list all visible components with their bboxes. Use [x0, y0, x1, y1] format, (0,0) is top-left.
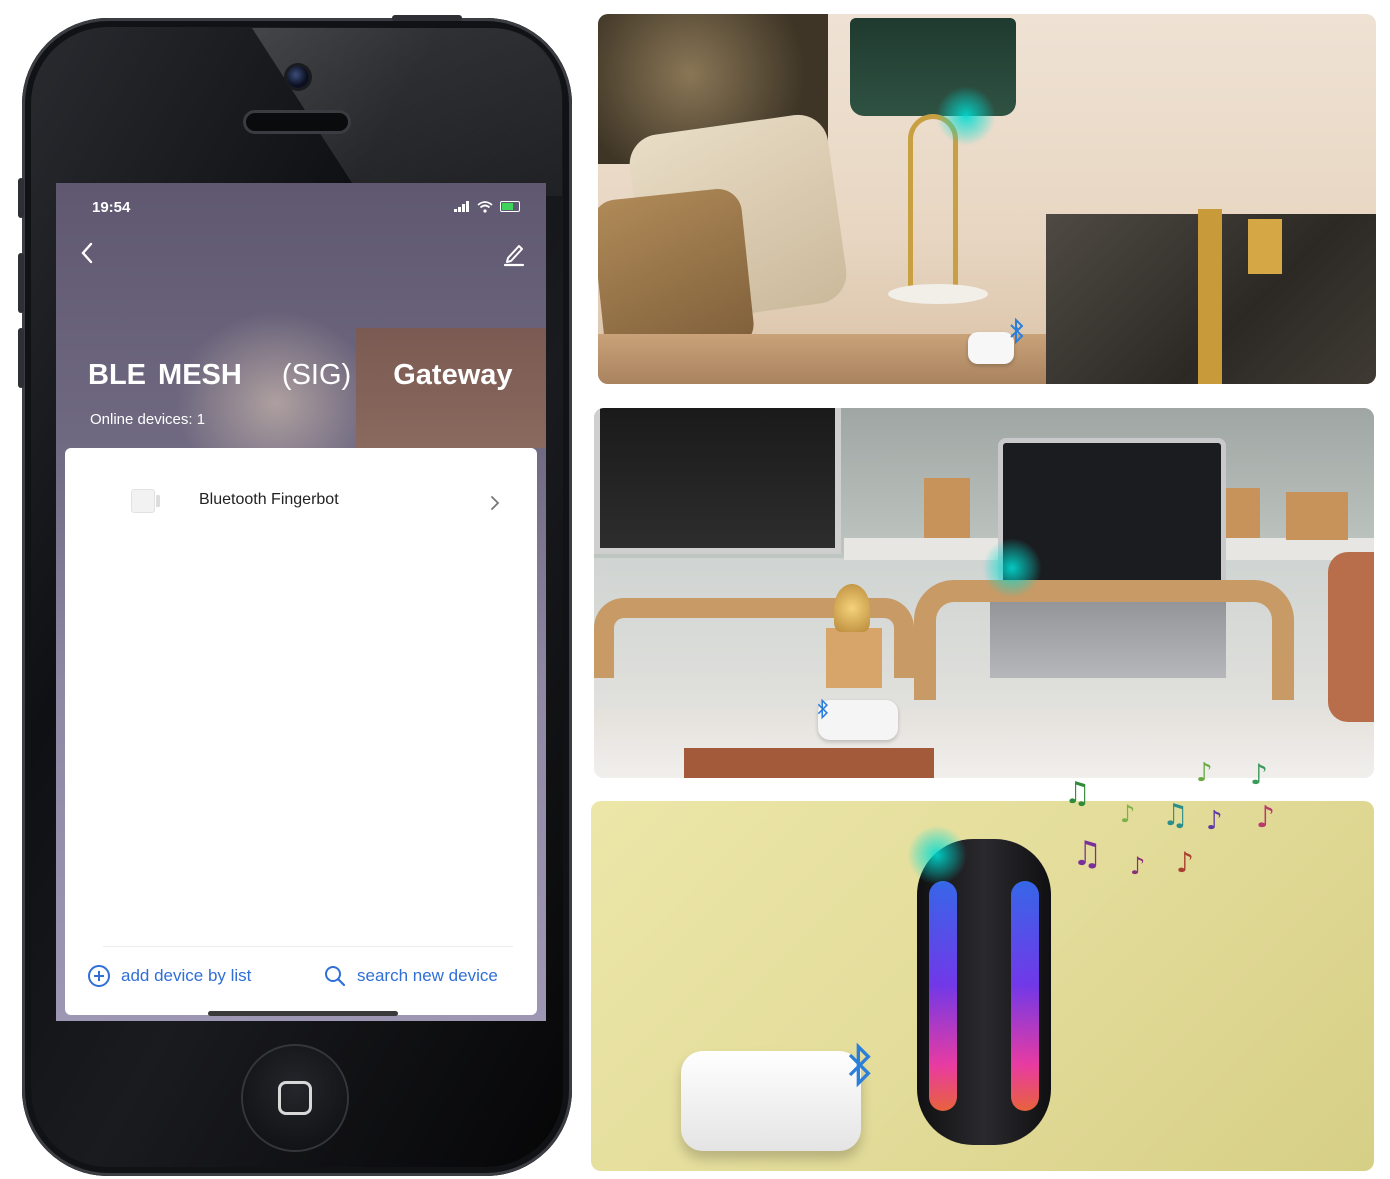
status-icons: [454, 199, 520, 213]
device-row-bluetooth-fingerbot[interactable]: Bluetooth Fingerbot: [65, 473, 537, 531]
glass-reflection: [252, 28, 562, 196]
desk-mat: [684, 748, 934, 778]
title-ble-mesh: BLE MESH: [88, 359, 242, 391]
music-note-icon: ♪: [1176, 846, 1194, 879]
home-button[interactable]: [243, 1046, 347, 1150]
mute-switch: [18, 178, 24, 218]
music-note-icon: ♪: [1250, 758, 1268, 791]
speaker-light-right: [1011, 881, 1039, 1111]
home-indicator-bar: [208, 1011, 398, 1016]
online-devices-count: Online devices: 1: [90, 411, 206, 428]
signal-pulse-laptop: [982, 538, 1042, 598]
photo-bluetooth-speaker: [591, 801, 1374, 1171]
music-note-icon: ♪: [1196, 758, 1213, 788]
back-arrow-icon[interactable]: [78, 241, 96, 265]
music-note-icon: ♪: [1120, 800, 1136, 828]
search-new-device-button[interactable]: search new device: [323, 962, 498, 990]
gateway-hub: [681, 1051, 861, 1151]
hub-device: [818, 700, 898, 740]
speaker-light-left: [929, 881, 957, 1111]
music-note-icon: ♫: [1072, 834, 1103, 874]
cabinet-gold-stripe: [1198, 209, 1222, 384]
edison-bulb: [834, 584, 870, 632]
photo-bedroom-lamp: ᛫: [598, 14, 1376, 384]
app-screen: 19:54 BLE MESH (SIG) Gateway Online devi: [56, 183, 546, 1021]
device-list-panel: Bluetooth Fingerbot add device by list s…: [65, 448, 537, 1015]
desktop-monitor: [594, 408, 841, 554]
signal-icon: [454, 201, 470, 213]
signal-pulse-speaker: [907, 825, 967, 885]
bluetooth-symbol-icon: [1010, 318, 1024, 344]
title-sig: (SIG): [281, 359, 352, 391]
music-note-icon: ♪: [1130, 852, 1146, 880]
search-icon: [325, 966, 346, 987]
home-square-icon: [278, 1081, 312, 1115]
title-gateway: Gateway: [393, 359, 513, 391]
battery-icon: [500, 201, 520, 213]
device-name: Bluetooth Fingerbot: [199, 491, 339, 508]
bluetooth-symbol-icon: [848, 1042, 871, 1088]
plus-circle-icon: [88, 965, 110, 987]
search-new-device-label: search new device: [357, 966, 498, 985]
actions-divider: [103, 946, 513, 947]
status-bar: 19:54: [56, 197, 546, 221]
page-title: BLE MESH (SIG) Gateway: [88, 359, 546, 392]
status-time: 19:54: [92, 199, 131, 216]
photo-desk-laptop: [594, 408, 1374, 778]
lamp-base: [888, 284, 988, 304]
front-camera: [287, 66, 309, 88]
add-device-by-list-button[interactable]: add device by list: [87, 962, 251, 990]
edit-pencil-icon[interactable]: [502, 241, 526, 267]
music-note-icon: ♫: [1064, 776, 1091, 811]
earpiece-speaker: [246, 113, 348, 131]
chevron-right-icon: [491, 496, 500, 510]
bluetooth-symbol-icon: [817, 698, 828, 720]
music-note-icon: ♪: [1256, 800, 1276, 835]
volume-down-button: [18, 328, 24, 388]
music-note-icon: ♪: [1206, 806, 1223, 836]
volume-up-button: [18, 253, 24, 313]
music-note-icon: ♫: [1162, 798, 1189, 833]
edison-lamp-base: [826, 628, 882, 688]
wifi-icon: [477, 200, 493, 213]
signal-pulse-lamp: [936, 86, 996, 146]
add-device-by-list-label: add device by list: [121, 966, 252, 985]
laptop-stand: [914, 580, 1294, 700]
power-button: [392, 15, 462, 21]
cabinet-gold-handle: [1248, 219, 1282, 274]
speaker-wood: [1328, 552, 1374, 722]
fingerbot-device-icon: [131, 489, 160, 513]
plant-pot-3: [1286, 492, 1348, 540]
plant-pot-1: [924, 478, 970, 538]
